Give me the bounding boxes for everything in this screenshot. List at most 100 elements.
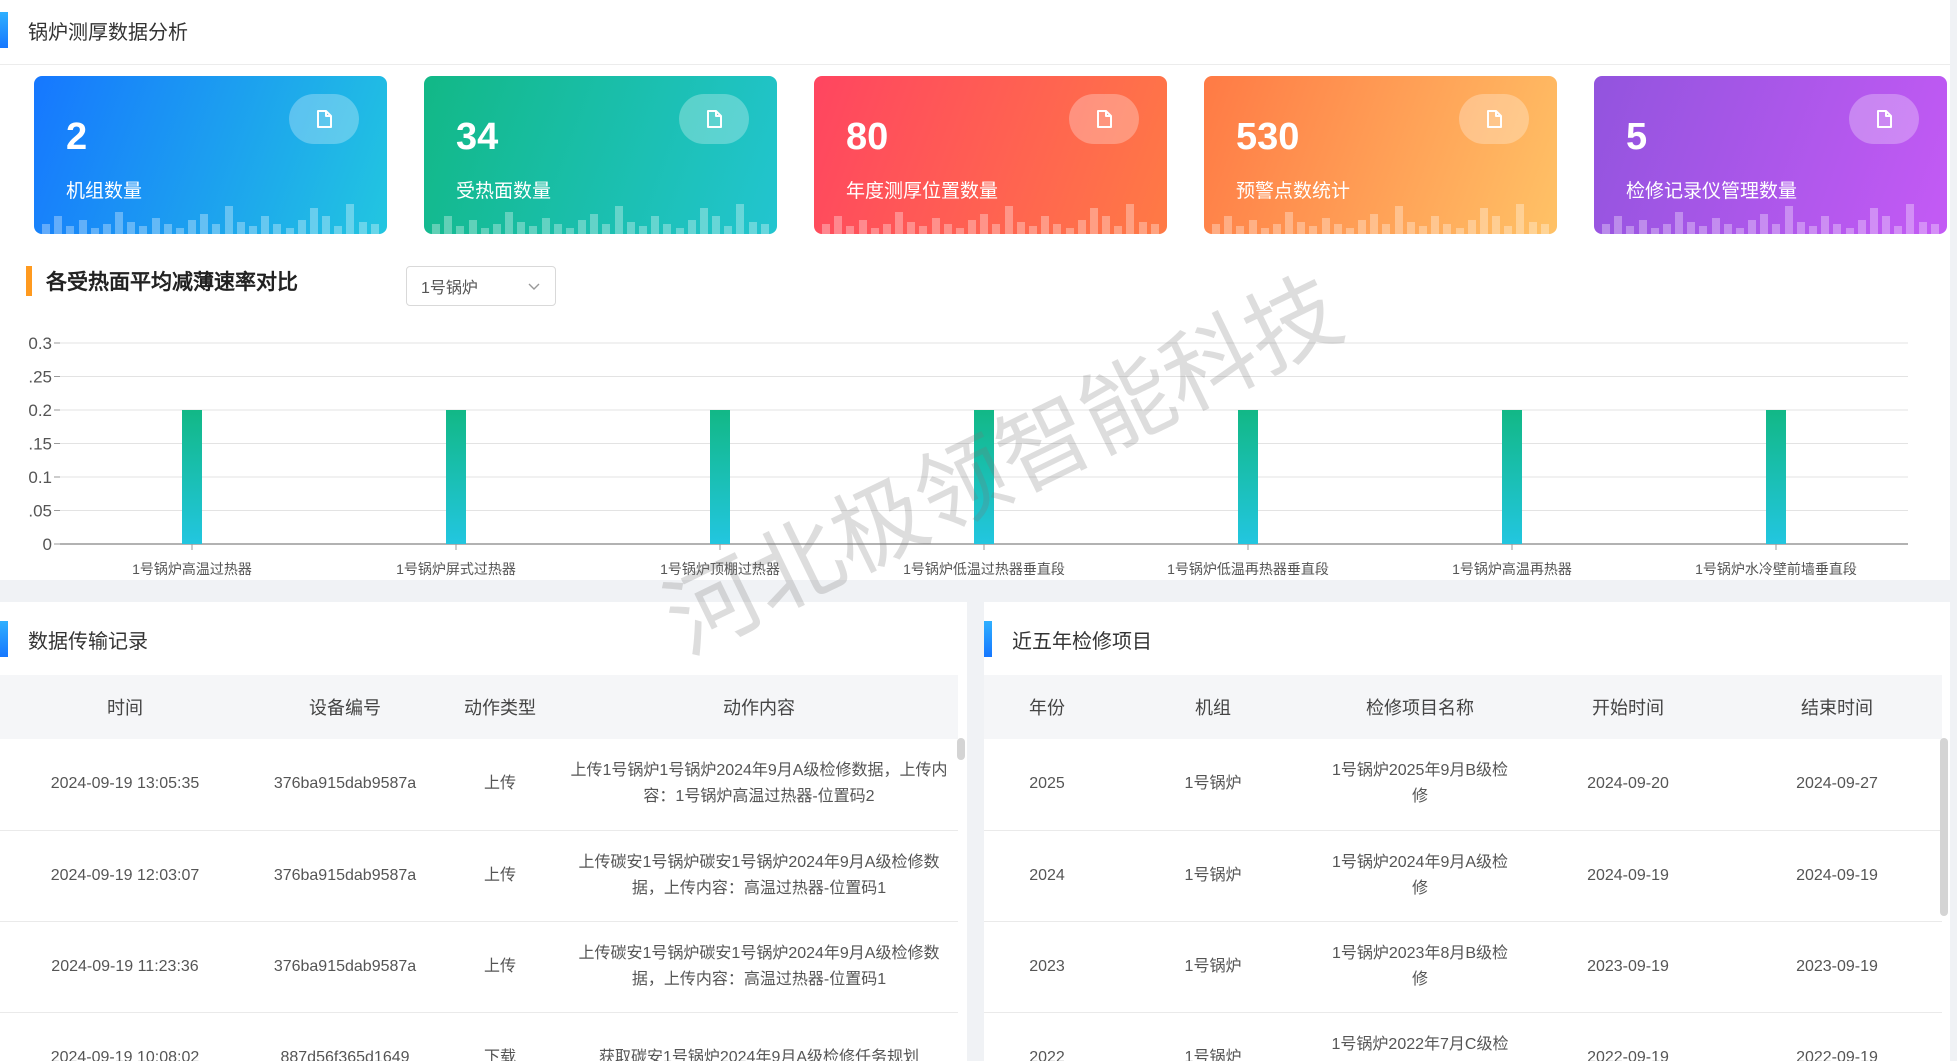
stat-card-label: 检修记录仪管理数量 [1626,181,1798,202]
transfer-accent-bar [0,621,8,657]
table-cell: 2024-09-19 12:03:07 [50,866,200,884]
maintenance-accent-bar [984,621,992,657]
transfer-row[interactable]: 2024-09-19 10:08:02 887d56f365d1649 下载 获取碳安… [0,1012,958,1061]
chart-title: 各受热面平均减薄速率对比 [46,271,298,294]
chart-bar[interactable] [974,410,994,544]
stat-card[interactable]: 5 检修记录仪管理数量 [1594,76,1947,234]
file-icon [1069,94,1139,144]
thinning-rate-chart: 0.3 .25 0.2 .15 0.1 .05 0 1号锅炉高温过热器 1号锅炉屏式过热器 1号锅… [28,334,1908,577]
stat-card[interactable]: 2 机组数量 [34,76,387,234]
maintenance-row[interactable]: 2025 1号锅炉 1号锅炉2025年9月B级检修 2024-09-20 2024-09… [984,739,1942,830]
chart-bar[interactable] [1766,410,1786,544]
stat-card-value: 34 [456,116,499,158]
boiler-select[interactable]: 1号锅炉 [406,266,556,306]
stat-card[interactable]: 530 预警点数统计 [1204,76,1557,234]
table-cell: 2023 [1029,957,1065,975]
y-tick-label: .15 [28,435,52,454]
column-header: 检修项目名称 [1366,698,1474,718]
column-header: 动作类型 [464,698,536,718]
chart-header: 各受热面平均减薄速率对比 [26,266,298,296]
table-cell: 1号锅炉 [1184,1048,1242,1061]
table-cell: 2024-09-19 10:08:02 [50,1048,200,1061]
maintenance-row[interactable]: 2024 1号锅炉 1号锅炉2024年9月A级检修 2024-09-19 2024-09… [984,830,1942,921]
stat-card[interactable]: 34 受热面数量 [424,76,777,234]
table-cell: 上传碳安1号锅炉碳安1号锅炉2024年9月A级检修数据，上传内容：高温过热器-位… [578,853,940,897]
x-tick-label: 1号锅炉水冷壁前墙垂直段 [1695,561,1857,577]
chart-bar[interactable] [710,410,730,544]
y-tick-label: 0.2 [28,401,52,420]
decorative-bars [424,200,777,234]
header-divider [0,64,1950,65]
table-cell: 2025 [1029,775,1065,793]
maintenance-row[interactable]: 2023 1号锅炉 1号锅炉2023年8月B级检修 2023-09-19 2023-09… [984,921,1942,1012]
transfer-table: 时间 设备编号 动作类型 动作内容 2024-09-19 13:05:35 376ba9… [0,675,958,1061]
y-tick-label: .05 [28,502,52,521]
column-header: 时间 [107,698,143,718]
x-tick-label: 1号锅炉屏式过热器 [396,561,516,577]
maintenance-scrollbar[interactable] [1940,738,1948,916]
column-header: 年份 [1029,698,1065,718]
header-accent-bar [0,12,8,48]
stat-card-value: 5 [1626,116,1648,158]
table-cell: 2024-09-19 [1587,866,1669,884]
x-tick-label: 1号锅炉低温过热器垂直段 [903,561,1065,577]
transfer-row[interactable]: 2024-09-19 12:03:07 376ba915dab9587a 上传 上传碳… [0,830,958,921]
chart-accent-bar [26,266,32,296]
maintenance-header: 近五年检修项目 [984,621,1152,657]
table-cell: 下载 [483,1048,516,1061]
transfer-row[interactable]: 2024-09-19 13:05:35 376ba915dab9587a 上传 上传1… [0,739,958,830]
table-cell: 上传 [483,775,516,793]
file-icon [1849,94,1919,144]
table-cell: 2022-09-19 [1796,1048,1878,1061]
table-cell: 上传 [483,866,516,884]
stat-card[interactable]: 80 年度测厚位置数量 [814,76,1167,234]
table-cell: 上传碳安1号锅炉碳安1号锅炉2024年9月A级检修数据，上传内容：高温过热器-位… [578,944,940,988]
maintenance-table: 年份 机组 检修项目名称 开始时间 结束时间 2025 1号锅炉 1号锅炉2025年9月B级… [984,675,1942,1061]
table-cell: 2022 [1029,1048,1065,1061]
x-tick-label: 1号锅炉高温再热器 [1452,561,1572,577]
chart-bar[interactable] [446,410,466,544]
table-cell: 1号锅炉 [1184,957,1242,975]
table-cell: 1号锅炉 [1184,775,1242,793]
decorative-bars [814,200,1167,234]
page-title: 锅炉测厚数据分析 [28,21,188,44]
file-icon [289,94,359,144]
table-cell: 1号锅炉2022年7月C级检修 [1331,1035,1509,1053]
table-cell: 上传1号锅炉1号锅炉2024年9月A级检修数据，上传内容：1号锅炉高温过热器-位… [570,762,948,806]
stat-card-label: 年度测厚位置数量 [846,181,999,202]
decorative-bars [1594,200,1947,234]
transfer-title: 数据传输记录 [28,630,148,653]
table-cell: 1号锅炉 [1184,866,1242,884]
table-cell: 376ba915dab9587a [273,775,417,793]
page-header: 锅炉测厚数据分析 [0,12,188,48]
stat-card-value: 2 [66,116,88,158]
column-header: 结束时间 [1801,698,1873,718]
transfer-scrollbar[interactable] [957,738,965,760]
column-header: 设备编号 [309,698,381,718]
table-cell: 2023-09-19 [1587,957,1669,975]
stat-card-value: 80 [846,116,889,158]
chart-bar[interactable] [1238,410,1258,544]
maintenance-table-header: 年份 机组 检修项目名称 开始时间 结束时间 [984,675,1942,739]
table-cell: 2024-09-19 13:05:35 [50,775,200,793]
table-cell: 2024-09-19 11:23:36 [51,957,199,975]
column-header: 动作内容 [723,698,795,718]
x-tick-label: 1号锅炉高温过热器 [132,561,252,577]
stat-card-label: 机组数量 [66,181,143,202]
maintenance-row[interactable]: 2022 1号锅炉 1号锅炉2022年7月C级检修 2022-09-19 2022-09… [984,1012,1942,1061]
stat-card-label: 预警点数统计 [1236,181,1351,202]
y-tick-label: 0 [43,535,52,554]
table-cell: 2024 [1029,866,1065,884]
chevron-down-icon [528,283,540,290]
table-cell: 376ba915dab9587a [273,957,417,975]
table-cell: 1号锅炉2024年9月A级检修 [1331,853,1509,897]
maintenance-title: 近五年检修项目 [1012,630,1152,653]
table-cell: 376ba915dab9587a [273,866,417,884]
transfer-row[interactable]: 2024-09-19 11:23:36 376ba915dab9587a 上传 上传碳… [0,921,958,1012]
transfer-header: 数据传输记录 [0,621,148,657]
transfer-table-header: 时间 设备编号 动作类型 动作内容 [0,675,958,739]
table-cell: 1号锅炉2023年8月B级检修 [1331,944,1509,988]
chart-bar[interactable] [1502,410,1522,544]
chart-bar[interactable] [182,410,202,544]
file-icon [679,94,749,144]
